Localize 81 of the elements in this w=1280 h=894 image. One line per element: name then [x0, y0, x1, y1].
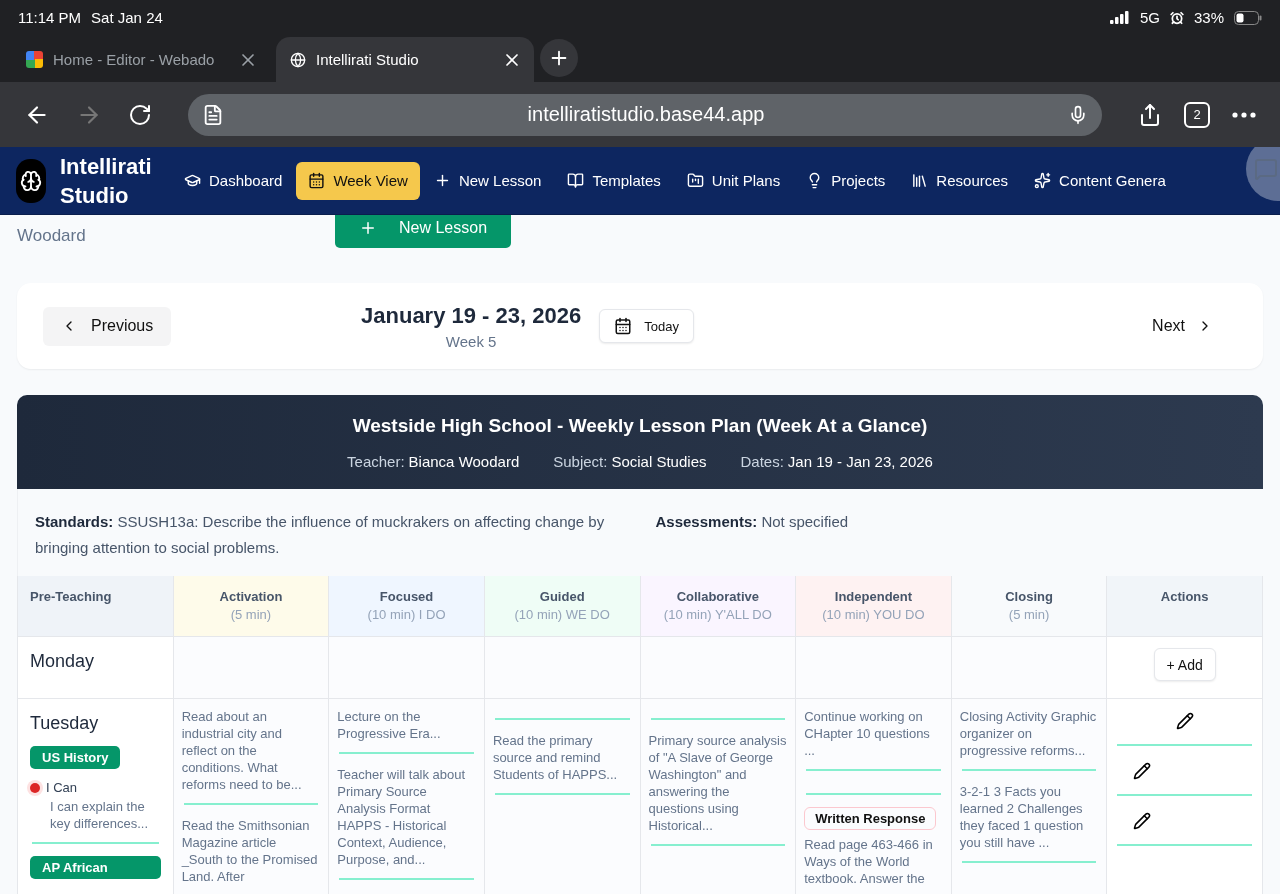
meta-value: Social Studies: [611, 452, 707, 470]
book-icon: [567, 172, 585, 189]
battery-percent: 33%: [1193, 9, 1224, 26]
week-title: January 19 - 23, 2026: [361, 302, 582, 329]
lesson-text: Continue working on CHapter 10 questions ...: [804, 708, 931, 759]
nav-item[interactable]: Week View: [296, 161, 420, 200]
share-icon: [1138, 102, 1162, 127]
calendar-icon: [614, 317, 633, 335]
mic-icon[interactable]: [1068, 104, 1088, 125]
standards-text: Standards: SSUSH13a: Describe the influence of muckrakers on affecting change by bringing attention to social problems.: [35, 512, 606, 558]
calendar-icon: [308, 172, 326, 189]
objective-label: I Can: [46, 780, 78, 795]
add-button[interactable]: + Add: [1153, 648, 1216, 681]
page-icon: [202, 103, 224, 126]
column-header: Actions: [1107, 576, 1263, 637]
meta-label: Teacher:: [347, 452, 405, 470]
more-icon: [1232, 111, 1256, 118]
pencil-icon: [1133, 812, 1152, 830]
meta-label: Dates:: [740, 452, 784, 470]
nav-item[interactable]: Dashboard: [172, 161, 295, 200]
brand-name: Intellirati Studio: [60, 152, 153, 210]
battery-icon: [1234, 10, 1262, 25]
brain-logo-icon: [16, 158, 46, 203]
site-icon: [26, 51, 43, 68]
reload-icon: [128, 102, 152, 127]
plan-title: Westside High School - Weekly Lesson Plan (Week At a Glance): [352, 414, 928, 437]
column-header: Guided (10 min) WE DO: [484, 576, 641, 637]
new-lesson-button[interactable]: New Lesson: [335, 215, 512, 248]
lesson-text: 3-2-1 3 Facts you learned 2 Challenges they faced 1 question you still have ...: [959, 783, 1085, 851]
course-tag: AP African: [30, 856, 161, 879]
network-label: 5G: [1139, 9, 1160, 26]
day-name: Tuesday: [30, 713, 100, 734]
lesson-text: Read the primary source and remind Students of HAPPS...: [492, 732, 619, 783]
column-header: Closing (5 min): [951, 576, 1108, 637]
nav-item[interactable]: Templates: [555, 161, 673, 200]
signal-icon: [1109, 11, 1130, 24]
tab-count-button[interactable]: 2: [1184, 101, 1210, 128]
lesson-text: Read about an industrial city and reflect on the conditions. What reforms need to be...: [181, 708, 303, 793]
pencil-icon: [1133, 762, 1152, 780]
nav-item[interactable]: Projects: [794, 161, 898, 200]
lesson-text: Teacher will talk about Primary Source Analysis Format HAPPS - Historical Context, Audience, Purpose, and...: [337, 766, 467, 868]
address-bar[interactable]: intelliratistudio.base44.app: [188, 93, 1102, 136]
sparkles-icon: [1034, 172, 1052, 189]
lesson-text: Primary source analysis of "A Slave of George Washington" and answering the questions using Historical...: [648, 732, 788, 834]
nav-item[interactable]: Content Genera: [1022, 161, 1178, 200]
globe-icon: [290, 51, 306, 68]
new-tab-button[interactable]: [540, 39, 578, 77]
day-name: Monday: [30, 651, 96, 672]
column-header: Independent (10 min) YOU DO: [796, 576, 952, 637]
status-date: Sat Jan 24: [91, 9, 163, 26]
lesson-text: Read the Smithsonian Magazine article _South to the Promised Land. After: [181, 817, 319, 885]
previous-button[interactable]: Previous: [43, 306, 172, 346]
alarm-icon: [1169, 10, 1184, 25]
column-header: Focused (10 min) I DO: [329, 576, 485, 637]
week-number: Week 5: [445, 332, 497, 350]
activity-tag: Written Response: [804, 807, 937, 830]
page-subtitle: Woodard: [17, 226, 87, 247]
status-time: 11:14 PM: [18, 9, 82, 26]
lesson-text: Closing Activity Graphic organizer on progressive reforms...: [959, 708, 1098, 759]
lesson-text: Lecture on the Progressive Era...: [337, 708, 442, 742]
objective-text: I can explain the key differences...: [50, 798, 150, 832]
browser-tab[interactable]: Intellirati Studio: [276, 37, 534, 82]
library-icon: [911, 172, 929, 189]
next-button[interactable]: Next: [1146, 316, 1219, 336]
assessments-text: Assessments: Not specified: [655, 512, 850, 532]
course-tag: US History: [30, 746, 121, 769]
graduation-cap-icon: [184, 172, 201, 189]
pencil-icon: [1175, 712, 1194, 730]
meta-value: Jan 19 - Jan 23, 2026: [787, 452, 933, 470]
browser-tab[interactable]: Home - Editor - Webado: [12, 37, 270, 82]
nav-item[interactable]: Resources: [899, 161, 1021, 200]
nav-item[interactable]: Unit Plans: [674, 161, 793, 200]
column-header: Collaborative (10 min) Y'ALL DO: [640, 576, 797, 637]
lesson-text: Read page 463-466 in Ways of the World textbook. Answer the: [804, 836, 934, 887]
column-header: Activation (5 min): [173, 576, 330, 637]
today-button[interactable]: Today: [599, 309, 694, 343]
folder-icon: [686, 172, 704, 189]
meta-value: Bianca Woodard: [408, 452, 520, 470]
column-header: Pre-Teaching: [18, 576, 174, 637]
meta-label: Subject:: [553, 452, 608, 470]
nav-item[interactable]: New Lesson: [421, 161, 554, 200]
